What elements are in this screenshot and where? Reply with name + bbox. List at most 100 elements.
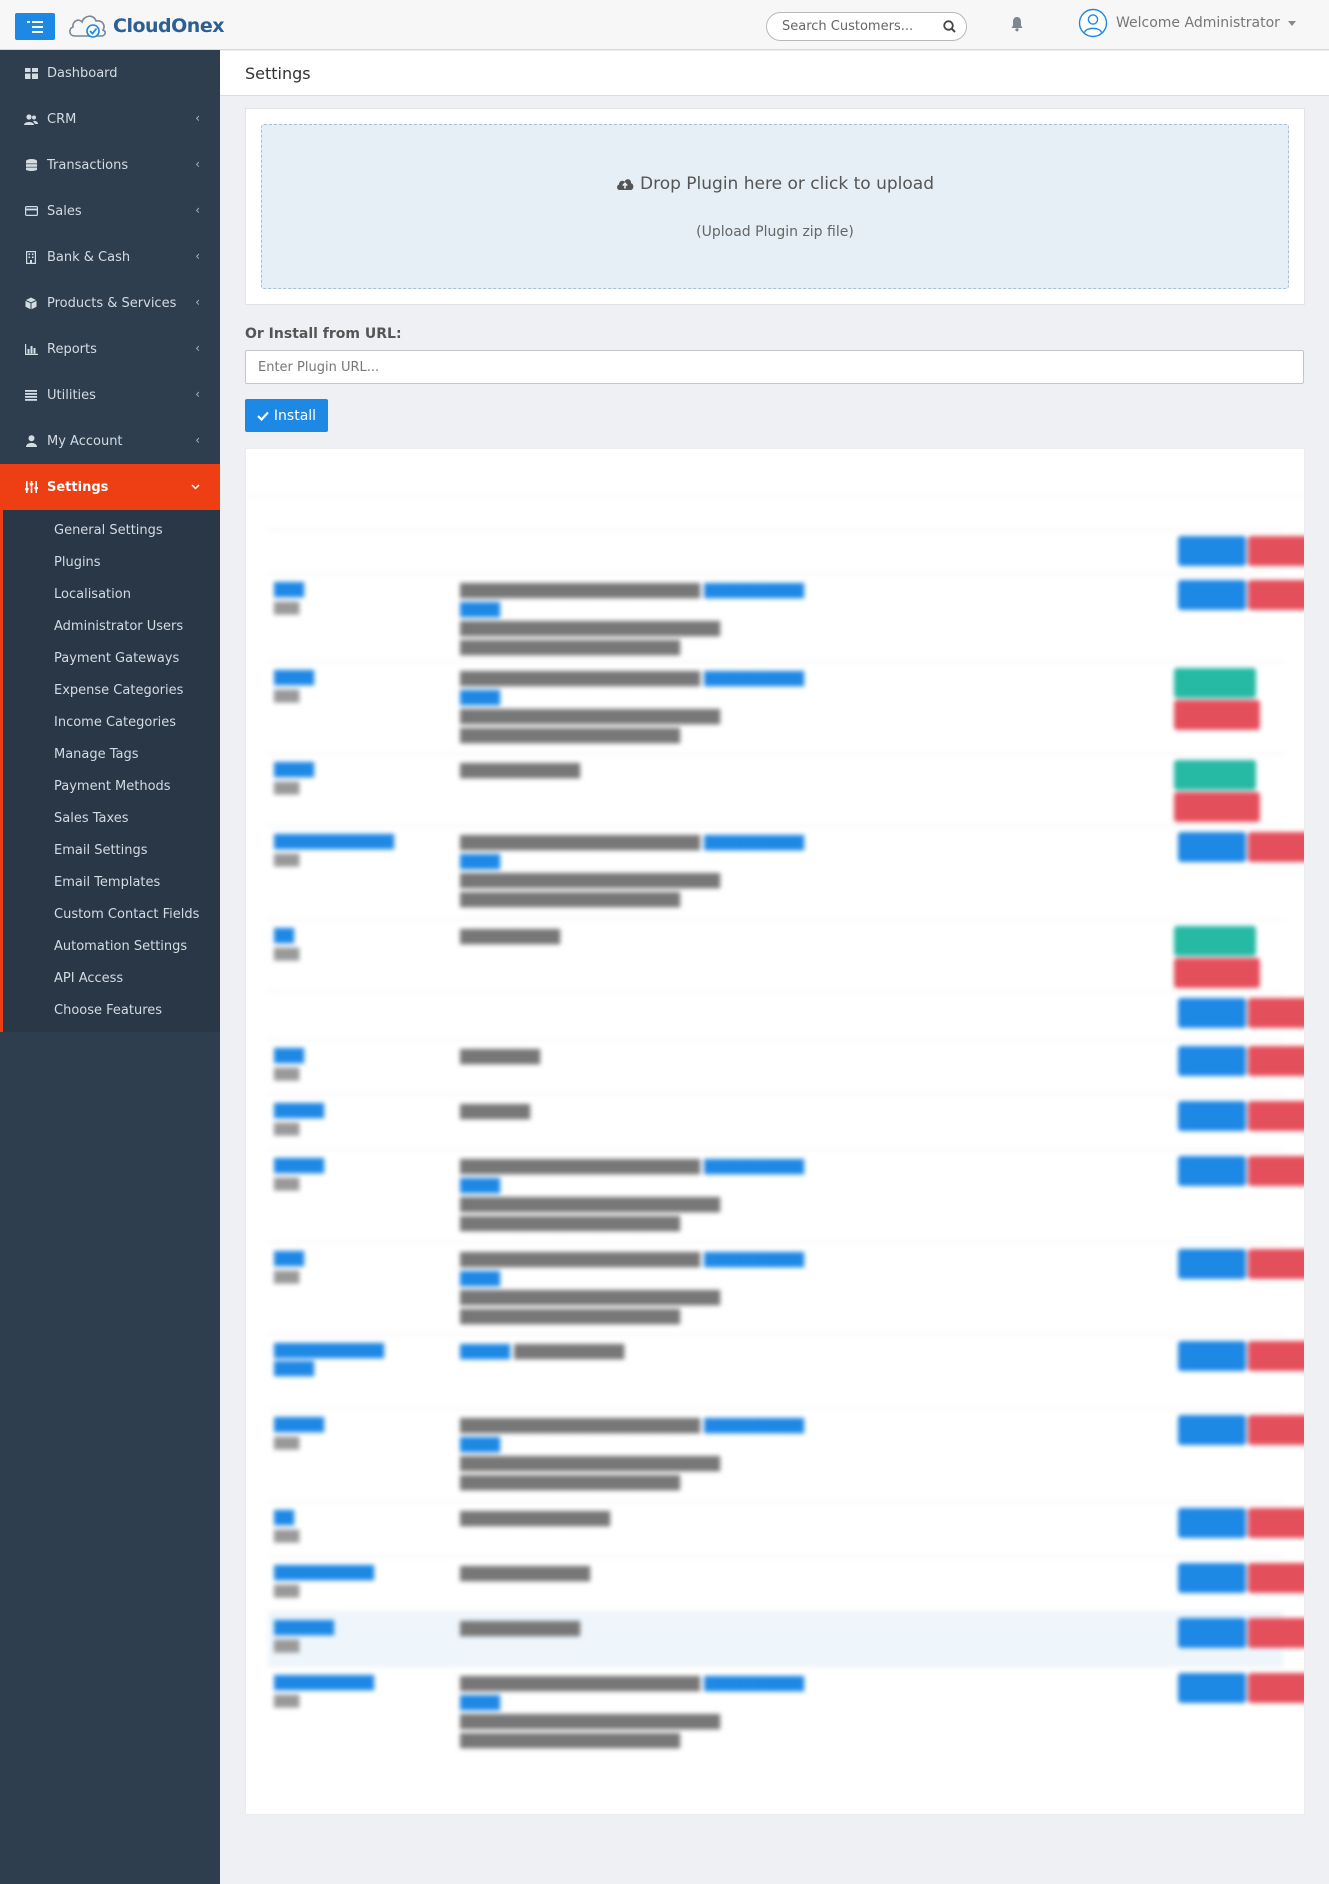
activate-button[interactable] — [1178, 1156, 1246, 1186]
plugin-name-link[interactable]: ███ — [274, 1048, 464, 1066]
sidebar: Dashboard CRM ‹ Transactions ‹ Sales ‹ B… — [0, 50, 220, 1884]
submenu-item-general-settings[interactable]: General Settings — [3, 514, 220, 546]
delete-button[interactable] — [1248, 1415, 1304, 1445]
delete-button[interactable] — [1248, 1156, 1304, 1186]
submenu-item-custom-contact-fields[interactable]: Custom Contact Fields — [3, 898, 220, 930]
sidebar-item-my-account[interactable]: My Account ‹ — [0, 418, 220, 464]
delete-button[interactable] — [1248, 1101, 1304, 1131]
submenu-item-email-settings[interactable]: Email Settings — [3, 834, 220, 866]
search-icon[interactable] — [943, 20, 956, 33]
delete-button[interactable] — [1248, 1046, 1304, 1076]
submenu-item-automation-settings[interactable]: Automation Settings — [3, 930, 220, 962]
submenu-item-plugins[interactable]: Plugins — [3, 546, 220, 578]
submenu-item-payment-methods[interactable]: Payment Methods — [3, 770, 220, 802]
delete-button[interactable] — [1248, 1341, 1304, 1371]
sidebar-item-sales[interactable]: Sales ‹ — [0, 188, 220, 234]
delete-button[interactable] — [1248, 1563, 1304, 1593]
sidebar-item-label: Bank & Cash — [47, 249, 131, 265]
sidebar-item-transactions[interactable]: Transactions ‹ — [0, 142, 220, 188]
table-row: ████ ███ ████████████ — [268, 753, 1283, 825]
delete-button[interactable] — [1248, 998, 1304, 1028]
uninstall-button[interactable] — [1174, 958, 1260, 988]
submenu-item-api-access[interactable]: API Access — [3, 962, 220, 994]
chevron-down-icon — [191, 479, 200, 493]
uninstall-button[interactable] — [1174, 700, 1260, 730]
sidebar-item-dashboard[interactable]: Dashboard — [0, 50, 220, 96]
activate-button[interactable] — [1178, 1249, 1246, 1279]
plugin-name-link[interactable]: ██████ — [274, 1620, 464, 1638]
plugin-name-link[interactable]: ██ — [274, 1510, 464, 1528]
sidebar-item-crm[interactable]: CRM ‹ — [0, 96, 220, 142]
delete-button[interactable] — [1248, 580, 1304, 610]
submenu-item-manage-tags[interactable]: Manage Tags — [3, 738, 220, 770]
plugin-name-link[interactable]: █████ — [274, 1417, 464, 1435]
delete-button[interactable] — [1248, 832, 1304, 862]
sidebar-item-reports[interactable]: Reports ‹ — [0, 326, 220, 372]
plugin-description: ██████████ — [460, 930, 560, 945]
submenu-item-email-templates[interactable]: Email Templates — [3, 866, 220, 898]
activate-button[interactable] — [1178, 580, 1246, 610]
plugin-name-link[interactable]: ███ — [274, 582, 464, 600]
delete-button[interactable] — [1248, 1618, 1304, 1648]
bell-icon — [1011, 17, 1023, 32]
plugin-version: ███ — [274, 1178, 300, 1191]
plugin-name-link[interactable]: ██████████ — [274, 1675, 464, 1693]
submenu-item-choose-features[interactable]: Choose Features — [3, 994, 220, 1026]
activate-button[interactable] — [1178, 998, 1246, 1028]
plugin-url-input[interactable] — [245, 350, 1304, 384]
activate-button[interactable] — [1178, 1508, 1246, 1538]
activate-button[interactable] — [1178, 1563, 1246, 1593]
plugin-version: ███ — [274, 1437, 300, 1450]
notifications-button[interactable] — [1010, 16, 1024, 36]
activate-button[interactable] — [1178, 1046, 1246, 1076]
user-menu[interactable]: Welcome Administrator — [1078, 8, 1296, 38]
plugin-name-link[interactable]: ██████████ — [274, 1565, 464, 1583]
activate-button[interactable] — [1178, 1101, 1246, 1131]
activate-button[interactable] — [1178, 536, 1246, 566]
search-input[interactable] — [782, 19, 943, 34]
submenu-item-localisation[interactable]: Localisation — [3, 578, 220, 610]
sidebar-item-products-services[interactable]: Products & Services ‹ — [0, 280, 220, 326]
submenu-item-payment-gateways[interactable]: Payment Gateways — [3, 642, 220, 674]
chevron-left-icon: ‹ — [195, 111, 200, 125]
delete-button[interactable] — [1248, 1508, 1304, 1538]
sidebar-toggle-button[interactable] — [15, 13, 55, 40]
uninstall-button[interactable] — [1174, 792, 1260, 822]
install-button[interactable]: Install — [245, 399, 328, 432]
table-row: ██████ ███ ████████████ — [268, 1611, 1304, 1666]
submenu-item-administrator-users[interactable]: Administrator Users — [3, 610, 220, 642]
plugin-name-link[interactable]: █████ — [274, 1158, 464, 1176]
sidebar-item-utilities[interactable]: Utilities ‹ — [0, 372, 220, 418]
sidebar-item-settings[interactable]: Settings — [0, 464, 220, 510]
submenu-item-expense-categories[interactable]: Expense Categories — [3, 674, 220, 706]
submenu-item-income-categories[interactable]: Income Categories — [3, 706, 220, 738]
delete-button[interactable] — [1248, 1249, 1304, 1279]
chevron-left-icon: ‹ — [195, 341, 200, 355]
plugin-version: ███ — [274, 1123, 300, 1136]
delete-button[interactable] — [1248, 1673, 1304, 1703]
activate-button[interactable] — [1178, 1618, 1246, 1648]
delete-button[interactable] — [1248, 536, 1304, 566]
building-icon — [24, 250, 38, 264]
activate-button[interactable] — [1178, 1673, 1246, 1703]
submenu-item-sales-taxes[interactable]: Sales Taxes — [3, 802, 220, 834]
activate-button[interactable] — [1174, 926, 1256, 956]
plugin-dropzone[interactable]: Drop Plugin here or click to upload (Upl… — [261, 124, 1289, 289]
activate-button[interactable] — [1174, 760, 1256, 790]
top-bar: CloudOnex Welcome Administrator — [0, 0, 1329, 50]
sliders-icon — [24, 480, 38, 494]
app-logo[interactable]: CloudOnex — [67, 12, 224, 40]
plugin-name-link[interactable]: ██ — [274, 928, 464, 946]
activate-button[interactable] — [1178, 1415, 1246, 1445]
plugin-name-link[interactable]: ████ — [274, 762, 464, 780]
activate-button[interactable] — [1174, 668, 1256, 698]
plugin-version: ███ — [274, 854, 300, 867]
activate-button[interactable] — [1178, 832, 1246, 862]
plugin-name-link[interactable]: ████ — [274, 670, 464, 688]
plugin-name-link[interactable]: ███ — [274, 1251, 464, 1269]
sidebar-item-bank-cash[interactable]: Bank & Cash ‹ — [0, 234, 220, 280]
plugin-name-link[interactable]: █████ — [274, 1103, 464, 1121]
activate-button[interactable] — [1178, 1341, 1246, 1371]
plugin-name-link[interactable]: ████████████ — [274, 834, 464, 852]
plugin-name-link[interactable]: ███████████ ████ — [274, 1343, 464, 1379]
